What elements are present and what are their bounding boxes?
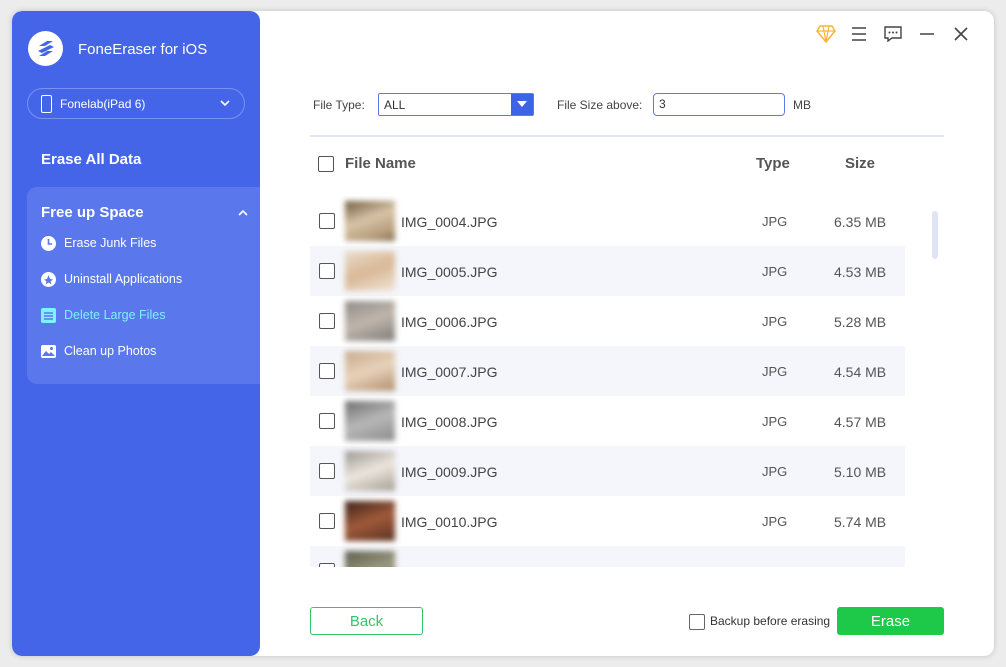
erase-button[interactable]: Erase [837,607,944,635]
sidebar: FoneEraser for iOS Fonelab(iPad 6) Erase… [12,11,260,656]
table-row[interactable]: IMG_0010.JPG JPG 5.74 MB [310,496,905,546]
backup-label: Backup before erasing [710,614,831,628]
divider [310,135,944,137]
file-type-value: ALL [384,98,406,112]
file-type-select[interactable]: ALL [378,93,534,116]
list-scrollbar[interactable] [932,211,938,259]
file-list: IMG_0004.JPG JPG 6.35 MB IMG_0005.JPG JP… [310,196,910,567]
file-type: JPG [762,264,788,279]
file-type: JPG [762,464,788,479]
sidebar-item-label: Delete Large Files [64,308,166,322]
row-checkbox[interactable] [319,413,335,429]
photo-thumbnail [345,551,395,567]
app-window: FoneEraser for iOS Fonelab(iPad 6) Erase… [12,11,994,656]
file-name: IMG_0005.JPG [401,264,498,280]
tablet-icon [41,95,52,113]
file-type: JPG [762,314,788,329]
sidebar-item-clean-up-photos[interactable]: Clean up Photos [40,341,156,361]
table-row[interactable] [310,546,905,567]
file-type: JPG [762,214,788,229]
file-name: IMG_0009.JPG [401,464,498,480]
dropdown-arrow-icon[interactable] [511,94,533,115]
sidebar-item-erase-junk-files[interactable]: Erase Junk Files [40,233,156,253]
chevron-up-icon[interactable] [236,207,250,219]
premium-diamond-icon[interactable] [815,23,837,45]
photo-thumbnail [345,501,395,541]
feedback-chat-icon[interactable] [882,23,904,45]
file-size-input[interactable]: 3 [653,93,785,116]
file-type: JPG [762,414,788,429]
sidebar-item-label: Erase Junk Files [64,236,157,250]
device-selector[interactable]: Fonelab(iPad 6) [27,88,245,119]
sidebar-item-label: Clean up Photos [64,344,157,358]
file-type: JPG [762,364,788,379]
select-all-checkbox[interactable] [318,156,334,172]
photo-thumbnail [345,401,395,441]
table-row[interactable]: IMG_0005.JPG JPG 4.53 MB [310,246,905,296]
column-header-size[interactable]: Size [845,155,875,172]
device-label: Fonelab(iPad 6) [60,97,146,111]
clock-icon [40,235,57,252]
photo-thumbnail [345,251,395,291]
column-header-file-name[interactable]: File Name [345,155,416,172]
row-checkbox[interactable] [319,563,335,567]
row-checkbox[interactable] [319,513,335,529]
row-checkbox[interactable] [319,463,335,479]
file-size: 5.10 MB [834,464,887,480]
chevron-down-icon [220,100,230,107]
file-size: 4.54 MB [834,364,887,380]
file-size: 6.35 MB [834,214,887,230]
file-type-label: File Type: [313,98,365,112]
file-name: IMG_0007.JPG [401,364,498,380]
menu-icon[interactable] [848,23,870,45]
file-name: IMG_0004.JPG [401,214,498,230]
row-checkbox[interactable] [319,263,335,279]
photo-icon [40,343,57,360]
free-up-space-title[interactable]: Free up Space [41,204,144,221]
row-checkbox[interactable] [319,213,335,229]
app-title: FoneEraser for iOS [78,41,208,58]
sidebar-item-delete-large-files[interactable]: Delete Large Files [40,305,165,325]
app-store-icon [40,271,57,288]
back-button[interactable]: Back [310,607,423,635]
table-row[interactable]: IMG_0006.JPG JPG 5.28 MB [310,296,905,346]
file-name: IMG_0010.JPG [401,514,498,530]
backup-checkbox[interactable] [689,614,705,630]
photo-thumbnail [345,301,395,341]
file-size-label: File Size above: [557,98,643,112]
photo-thumbnail [345,201,395,241]
row-checkbox[interactable] [319,313,335,329]
photo-thumbnail [345,351,395,391]
sidebar-item-label: Uninstall Applications [64,272,183,286]
row-checkbox[interactable] [319,363,335,379]
table-row[interactable]: IMG_0009.JPG JPG 5.10 MB [310,446,905,496]
table-row[interactable]: IMG_0004.JPG JPG 6.35 MB [310,196,905,246]
sidebar-item-uninstall-applications[interactable]: Uninstall Applications [40,269,182,289]
photo-thumbnail [345,451,395,491]
file-size: 5.28 MB [834,314,887,330]
free-up-space-panel: Free up Space Erase Junk Files Uninstall… [27,187,260,384]
sidebar-item-erase-all-data[interactable]: Erase All Data [41,151,141,168]
file-size: 4.53 MB [834,264,887,280]
file-list-icon [40,307,57,324]
table-row[interactable]: IMG_0008.JPG JPG 4.57 MB [310,396,905,446]
file-size: 4.57 MB [834,414,887,430]
minimize-icon[interactable] [916,23,938,45]
file-type: JPG [762,514,788,529]
file-name: IMG_0006.JPG [401,314,498,330]
column-header-type[interactable]: Type [756,155,790,172]
app-logo-icon [28,31,63,66]
close-icon[interactable] [950,23,972,45]
file-name: IMG_0008.JPG [401,414,498,430]
table-row[interactable]: IMG_0007.JPG JPG 4.54 MB [310,346,905,396]
file-size: 5.74 MB [834,514,887,530]
file-size-unit: MB [793,98,811,112]
